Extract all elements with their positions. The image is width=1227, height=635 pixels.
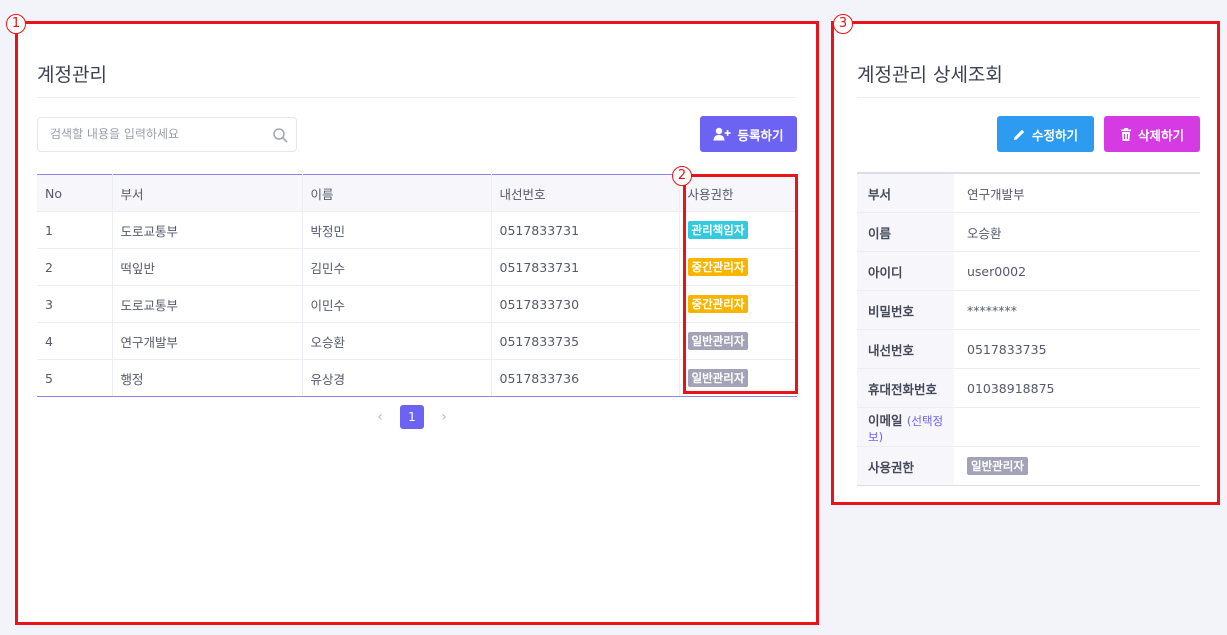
annotation-box-2 xyxy=(683,174,798,394)
annotation-marker-2: 2 xyxy=(672,166,692,186)
annotation-marker-1: 1 xyxy=(6,14,26,34)
annotation-box-3 xyxy=(831,21,1220,505)
annotation-marker-3: 3 xyxy=(833,14,853,34)
